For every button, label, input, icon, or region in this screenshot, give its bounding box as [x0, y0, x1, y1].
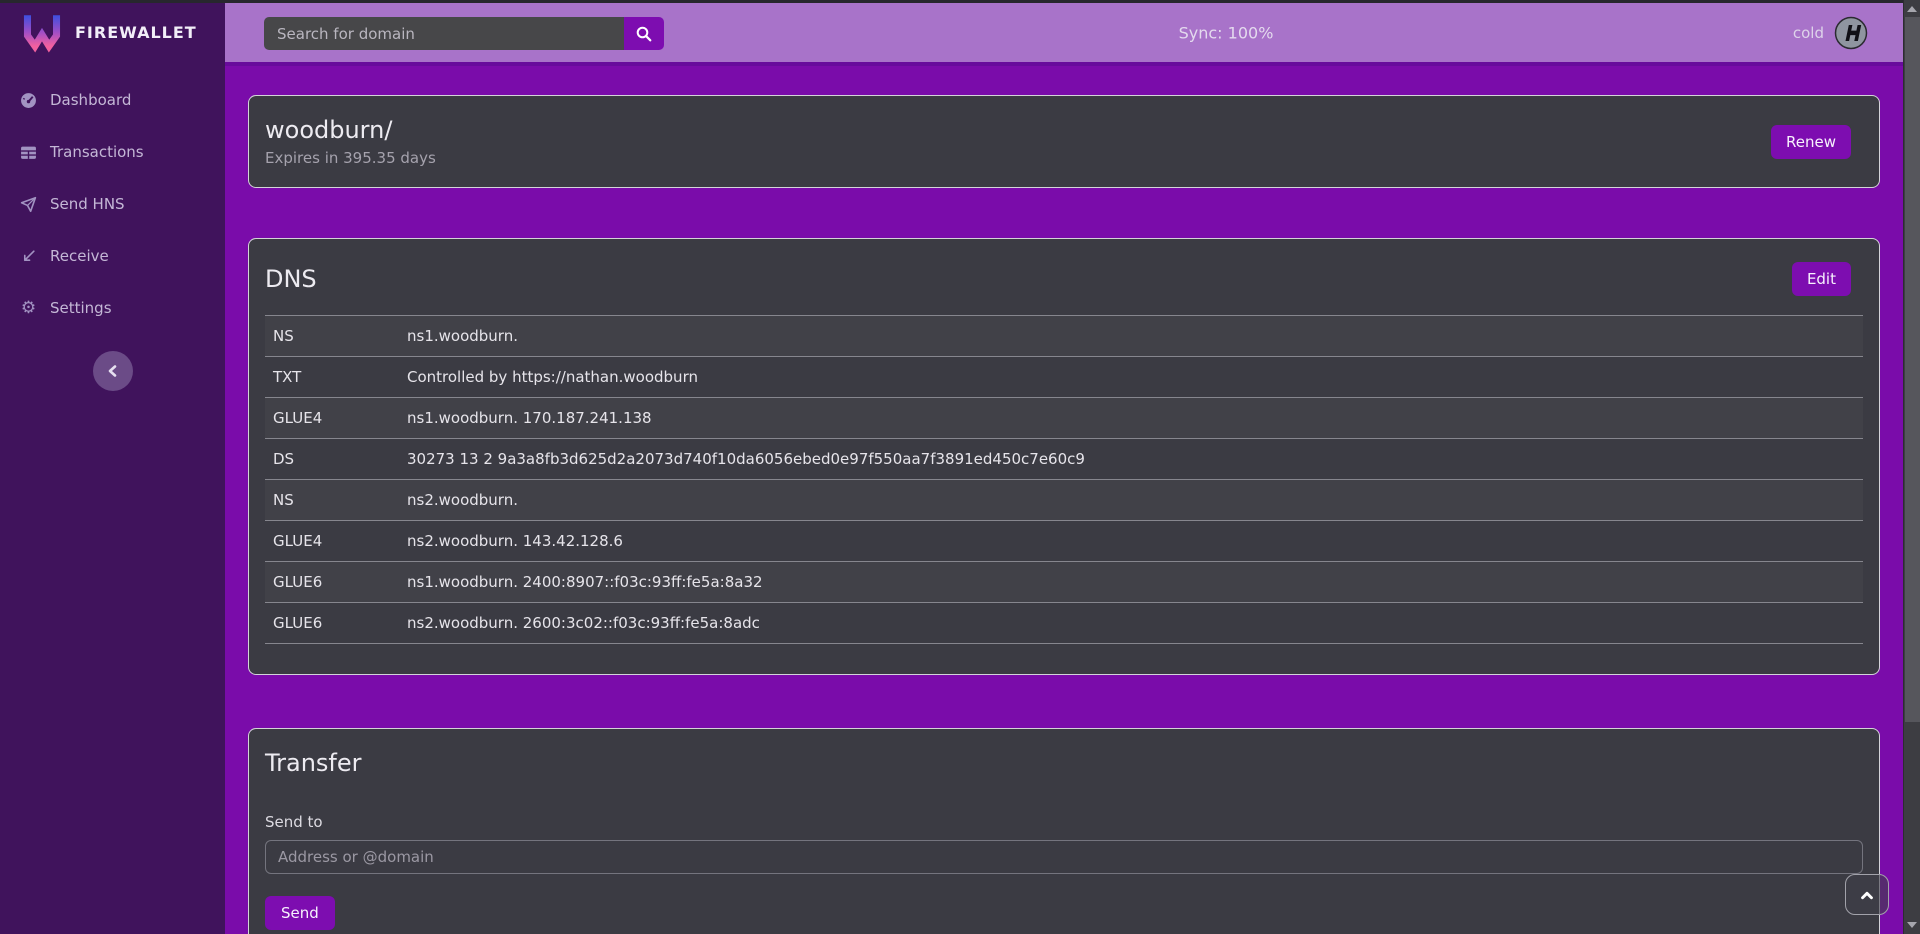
brand-name: FIREWALLET — [75, 23, 197, 42]
sidebar-item-label: Receive — [50, 247, 109, 265]
send-button[interactable]: Send — [265, 896, 335, 930]
sidebar-item-label: Dashboard — [50, 91, 131, 109]
dns-record-type: TXT — [265, 357, 399, 398]
handshake-logo-icon[interactable] — [1834, 16, 1868, 50]
dns-record-value: Controlled by https://nathan.woodburn — [399, 357, 1863, 398]
topbar: Sync: 100% cold — [225, 0, 1903, 66]
dns-record-type: NS — [265, 316, 399, 357]
sidebar-collapse-button[interactable] — [93, 351, 133, 391]
edit-dns-button[interactable]: Edit — [1792, 262, 1851, 296]
main-content: woodburn/ Expires in 395.35 days Renew D… — [225, 70, 1903, 934]
dns-record-row: GLUE4ns2.woodburn. 143.42.128.6 — [265, 521, 1863, 562]
domain-card: woodburn/ Expires in 395.35 days Renew — [248, 95, 1880, 188]
page-scrollbar[interactable] — [1903, 0, 1920, 934]
dns-records-table: NSns1.woodburn.TXTControlled by https://… — [265, 315, 1863, 644]
sidebar-item-label: Send HNS — [50, 195, 125, 213]
dns-record-value: ns2.woodburn. 143.42.128.6 — [399, 521, 1863, 562]
send-to-label: Send to — [265, 813, 1863, 831]
dns-record-row: TXTControlled by https://nathan.woodburn — [265, 357, 1863, 398]
window-top-edge — [0, 0, 1903, 3]
scrollbar-up-arrow-icon[interactable] — [1907, 6, 1917, 12]
send-plane-icon — [20, 196, 37, 213]
dns-record-value: ns2.woodburn. 2600:3c02::f03c:93ff:fe5a:… — [399, 603, 1863, 644]
firewallet-logo-icon — [20, 10, 64, 54]
transfer-card: Transfer Send to Send — [248, 728, 1880, 934]
domain-name: woodburn/ — [265, 116, 436, 144]
sidebar-item-dashboard[interactable]: Dashboard — [0, 74, 225, 126]
search-icon — [635, 25, 653, 43]
dns-record-type: GLUE6 — [265, 603, 399, 644]
scroll-to-top-button[interactable] — [1845, 874, 1889, 915]
dashboard-gauge-icon — [20, 92, 37, 109]
domain-expiry: Expires in 395.35 days — [265, 149, 436, 167]
dns-record-type: DS — [265, 439, 399, 480]
sidebar-item-send-hns[interactable]: Send HNS — [0, 178, 225, 230]
settings-gear-icon: ⚙ — [20, 300, 37, 317]
renew-button[interactable]: Renew — [1771, 125, 1851, 159]
receive-arrow-icon — [20, 248, 37, 265]
sidebar-item-label: Settings — [50, 299, 112, 317]
wallet-group: cold — [1793, 0, 1868, 66]
dns-record-type: GLUE4 — [265, 398, 399, 439]
scrollbar-handle[interactable] — [1905, 17, 1920, 722]
transfer-title: Transfer — [265, 749, 1863, 777]
transactions-table-icon — [20, 144, 37, 161]
dns-record-type: GLUE6 — [265, 562, 399, 603]
dns-record-row: NSns1.woodburn. — [265, 316, 1863, 357]
dns-record-type: GLUE4 — [265, 521, 399, 562]
dns-record-value: ns2.woodburn. — [399, 480, 1863, 521]
wallet-name: cold — [1793, 24, 1824, 42]
dns-record-row: GLUE4ns1.woodburn. 170.187.241.138 — [265, 398, 1863, 439]
chevron-up-icon — [1857, 886, 1877, 904]
dns-record-row: GLUE6ns2.woodburn. 2600:3c02::f03c:93ff:… — [265, 603, 1863, 644]
domain-info: woodburn/ Expires in 395.35 days — [265, 116, 436, 167]
dns-record-value: ns1.woodburn. 2400:8907::f03c:93ff:fe5a:… — [399, 562, 1863, 603]
search-group — [264, 17, 664, 50]
dns-card-header: DNS Edit — [265, 259, 1863, 299]
brand[interactable]: FIREWALLET — [0, 0, 225, 64]
dns-record-row: DS30273 13 2 9a3a8fb3d625d2a2073d740f10d… — [265, 439, 1863, 480]
dns-record-type: NS — [265, 480, 399, 521]
sidebar-item-label: Transactions — [50, 143, 144, 161]
dns-record-row: NSns2.woodburn. — [265, 480, 1863, 521]
sidebar: FIREWALLET Dashboard — [0, 0, 225, 934]
dns-record-value: ns1.woodburn. — [399, 316, 1863, 357]
dns-title: DNS — [265, 265, 317, 293]
domain-search-input[interactable] — [264, 17, 624, 50]
transfer-address-input[interactable] — [265, 840, 1863, 874]
sidebar-item-transactions[interactable]: Transactions — [0, 126, 225, 178]
sidebar-item-settings[interactable]: ⚙ Settings — [0, 282, 225, 334]
dns-record-value: ns1.woodburn. 170.187.241.138 — [399, 398, 1863, 439]
dns-card: DNS Edit NSns1.woodburn.TXTControlled by… — [248, 238, 1880, 675]
chevron-left-icon — [104, 362, 122, 380]
sidebar-nav: Dashboard Transactions Send HNS — [0, 74, 225, 334]
dns-record-row: GLUE6ns1.woodburn. 2400:8907::f03c:93ff:… — [265, 562, 1863, 603]
sidebar-item-receive[interactable]: Receive — [0, 230, 225, 282]
dns-record-value: 30273 13 2 9a3a8fb3d625d2a2073d740f10da6… — [399, 439, 1863, 480]
search-button[interactable] — [624, 17, 664, 50]
scrollbar-down-arrow-icon[interactable] — [1907, 922, 1917, 928]
sync-status: Sync: 100% — [1179, 24, 1274, 43]
